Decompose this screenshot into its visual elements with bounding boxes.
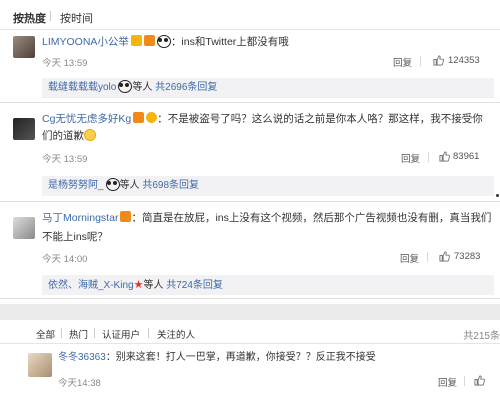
filter-verified[interactable]: 认证用户 [102,327,140,341]
comment-text: Cg无忧无虑多好Kg ：不是被盗号了吗？这么说的话之前是你本人咯？那这样，我不接受… [42,111,483,127]
reply-button[interactable]: 回复 [438,375,457,389]
panda-emoji-icon [118,80,133,93]
action-divider [464,376,465,386]
comment-time: 今天 13:59 [42,58,88,69]
avatar[interactable] [13,217,35,239]
tab-sort-hot[interactable]: 按热度 [13,10,46,26]
comment-time: 今天 13:59 [42,154,88,165]
like-count: 124353 [448,55,480,66]
thumbs-up-icon[interactable] [433,55,444,66]
scroll-marker [496,194,499,197]
replies-preview[interactable]: 载缝载载载yolo 等人 共2696条回复 [42,78,494,98]
comment-count: 共215条 [463,331,500,342]
thumbs-up-icon[interactable] [474,375,485,386]
comment-username[interactable]: LIMYOONA小公举 [42,36,129,48]
comment-body: ：不是被盗号了吗？这么说的话之前是你本人咯？那这样，我不接受你 [157,113,483,125]
comment-divider [0,201,500,202]
sort-bar: 按热度 按时间 [0,0,500,30]
action-divider [427,252,428,262]
filter-divider [148,328,149,338]
comment-body: ：简直是在放屁，ins上没有这个视频，然后那个广告视频也没有删，真当我们 [131,212,492,224]
comment-filter-bar: 全部 热门 认证用户 关注的人 共215条 [0,320,500,344]
comment-body-cont: 不能上ins呢？ [42,231,108,243]
vip-crown-icon [120,211,132,222]
reply-button[interactable]: 回复 [401,151,420,165]
panda-emoji-icon [156,35,171,48]
reply-button[interactable]: 回复 [400,251,419,265]
action-divider [420,56,421,66]
like-count: 83961 [453,151,480,162]
avatar[interactable] [28,353,52,377]
avatar[interactable] [13,118,35,140]
panda-emoji-icon [105,178,120,191]
tab-sort-time[interactable]: 按时间 [60,10,93,26]
comment-username[interactable]: 冬冬36363 [58,352,106,363]
like-count: 73283 [454,251,481,262]
replies-preview[interactable]: 是杨努努阿_ 等人 共698条回复 [42,176,494,196]
vip-crown-icon [133,112,145,123]
action-divider [428,152,429,162]
comment-username[interactable]: Cg无忧无虑多好Kg [42,113,131,125]
comment-time: 今天 14:00 [42,254,88,265]
comment-time: 今天14:38 [58,378,101,389]
avatar[interactable] [13,36,35,58]
thumbs-up-icon[interactable] [439,151,450,162]
comment-divider [0,298,500,299]
comment-body: ：ins和Twitter上都没有哦 [170,36,289,48]
tab-divider [50,11,51,21]
reply-username[interactable]: 载缝载载载yolo [48,82,116,93]
comment-text: LIMYOONA小公举 ：ins和Twitter上都没有哦 [42,34,289,50]
reply-total[interactable]: 共724条回复 [166,280,223,291]
replies-preview[interactable]: 依然、海贼_X-King★等人 共724条回复 [42,275,494,295]
reply-others: 等人 [119,180,140,191]
filter-divider [94,328,95,338]
filter-all[interactable]: 全部 [36,327,55,341]
comment-text-line2: 不能上ins呢？ [42,229,108,245]
medal-icon [146,112,158,123]
reply-button[interactable]: 回复 [393,55,412,69]
filter-following[interactable]: 关注的人 [157,327,195,341]
filter-divider [61,328,62,338]
comment-username[interactable]: 马丁Morningstar [42,212,118,224]
comment-body: ：别来这套！打人一巴掌，再道歉，你接受？？反正我不接受 [105,352,376,363]
comment-text: 马丁Morningstar ：简直是在放屁，ins上没有这个视频，然后那个广告视频… [42,210,491,226]
verified-icon [130,35,142,46]
reply-others: 等人 [132,82,153,93]
filter-hot[interactable]: 热门 [69,327,88,341]
comment-body-cont: 们的道歉 [42,130,84,142]
section-gap [0,304,500,320]
vip-crown-icon [143,35,155,46]
star-icon: ★ [133,279,144,291]
reply-total[interactable]: 共2696条回复 [155,82,217,93]
comment-text: 冬冬36363：别来这套！打人一巴掌，再道歉，你接受？？反正我不接受 [58,350,376,366]
reply-username[interactable]: 是杨努努阿_ [48,180,104,191]
reply-total[interactable]: 共698条回复 [142,180,199,191]
reply-username[interactable]: 依然、海贼_X-King [48,280,134,291]
comment-divider [0,102,500,103]
thumbs-up-icon[interactable] [439,251,450,262]
comment-text-line2: 们的道歉 [42,128,96,144]
reply-others: 等人 [143,280,164,291]
smile-emoji-icon [84,129,96,141]
